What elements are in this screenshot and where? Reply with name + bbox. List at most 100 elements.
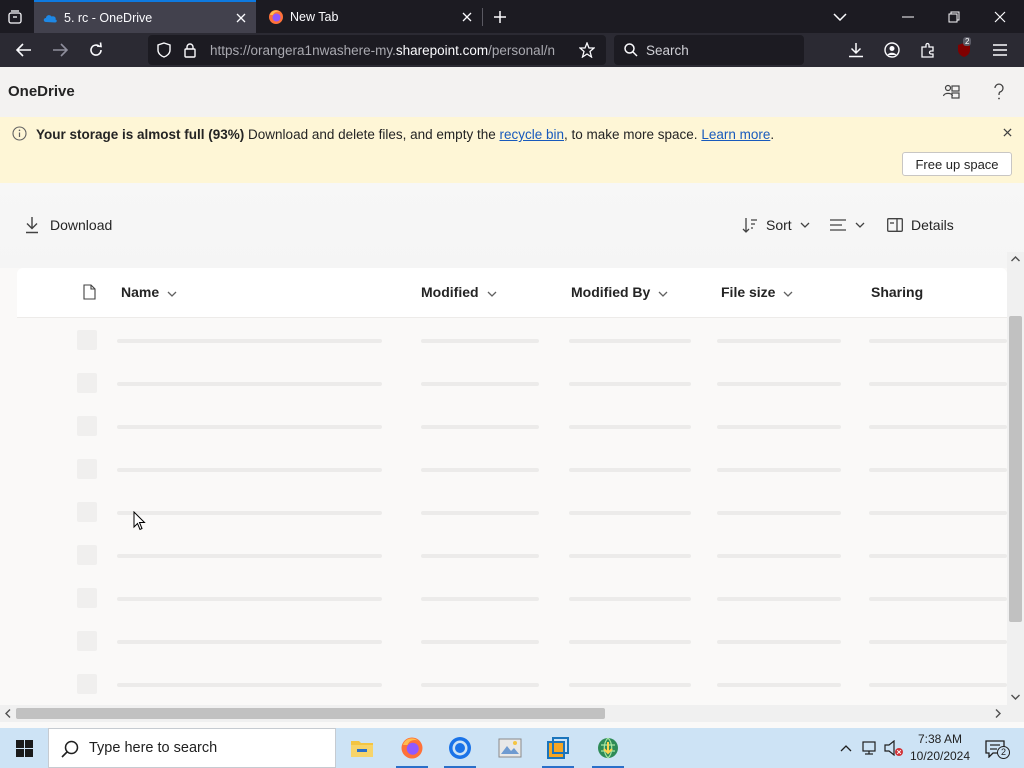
downloads-icon[interactable] — [844, 38, 868, 62]
tab-new-tab[interactable]: New Tab — [260, 0, 482, 33]
chevron-down-icon — [800, 222, 810, 228]
search-placeholder: Search — [646, 43, 689, 58]
hamburger-menu-icon[interactable] — [988, 38, 1012, 62]
shield-icon[interactable] — [156, 42, 172, 58]
tab-separator — [482, 8, 483, 26]
vertical-scrollbar[interactable] — [1007, 252, 1024, 708]
taskbar-firefox[interactable] — [388, 728, 436, 768]
firefox-icon — [400, 736, 424, 760]
bookmark-star-icon[interactable] — [578, 41, 596, 59]
placeholder-row — [17, 447, 1007, 490]
sort-icon — [742, 217, 758, 233]
network-icon[interactable] — [862, 739, 880, 757]
sort-button[interactable]: Sort — [742, 213, 810, 237]
extension-badge: 2 — [963, 37, 972, 46]
start-button[interactable] — [0, 728, 48, 768]
taskbar-search-placeholder: Type here to search — [89, 740, 218, 756]
close-window-icon[interactable] — [988, 5, 1012, 29]
file-list: Name Modified Modified By File size Shar… — [17, 268, 1007, 718]
placeholder-row — [17, 533, 1007, 576]
mouse-pointer-icon — [132, 511, 146, 531]
url-text[interactable]: https://orangera1nwashere-my.sharepoint.… — [210, 43, 570, 58]
column-name[interactable]: Name — [121, 284, 177, 300]
close-tab-icon[interactable] — [456, 6, 478, 28]
placeholder-row — [17, 619, 1007, 662]
help-question-icon[interactable] — [988, 81, 1010, 103]
details-button[interactable]: Details — [887, 213, 954, 237]
horizontal-scrollbar[interactable] — [0, 705, 1024, 722]
chromium-icon — [448, 736, 472, 760]
tab-title: New Tab — [290, 9, 339, 24]
reload-icon[interactable] — [84, 38, 108, 62]
taskbar-virtualbox[interactable] — [534, 728, 582, 768]
details-pane-icon — [887, 218, 903, 232]
column-modified[interactable]: Modified — [421, 284, 497, 300]
recycle-bin-link[interactable]: recycle bin — [499, 127, 564, 142]
scroll-down-arrow-icon[interactable] — [1010, 692, 1021, 702]
storage-warning-message: Your storage is almost full (93%) Downlo… — [36, 127, 775, 142]
tab-title: 5. rc - OneDrive — [64, 10, 153, 25]
scroll-right-arrow-icon[interactable] — [993, 708, 1003, 719]
ublock-extension-icon[interactable]: 2 — [952, 36, 976, 64]
firefox-icon — [268, 9, 284, 25]
volume-muted-icon[interactable] — [884, 739, 904, 757]
minimize-icon[interactable] — [896, 5, 920, 29]
taskbar-image-viewer[interactable] — [486, 728, 534, 768]
share-people-icon[interactable] — [940, 81, 962, 103]
browser-search-bar[interactable]: Search — [614, 35, 804, 65]
scroll-up-arrow-icon[interactable] — [1010, 254, 1021, 264]
column-header-row: Name Modified Modified By File size Shar… — [17, 268, 1007, 318]
download-icon — [24, 216, 40, 234]
show-hidden-icons-chevron-icon[interactable] — [838, 740, 854, 756]
chevron-down-icon — [167, 284, 177, 300]
search-icon — [61, 740, 79, 758]
browser-nav-bar: https://orangera1nwashere-my.sharepoint.… — [0, 33, 1024, 67]
column-sharing[interactable]: Sharing — [871, 284, 923, 300]
file-explorer-folder-icon — [350, 738, 374, 758]
tab-overview-icon[interactable] — [4, 6, 26, 28]
chevron-down-icon — [855, 222, 865, 228]
placeholder-row — [17, 318, 1007, 361]
vertical-scroll-thumb[interactable] — [1009, 316, 1022, 622]
action-center-notification-icon[interactable]: 2 — [980, 737, 1010, 761]
list-all-tabs-chevron-icon[interactable] — [828, 5, 852, 29]
info-icon — [11, 125, 27, 141]
notification-count: 2 — [997, 746, 1010, 759]
learn-more-link[interactable]: Learn more — [701, 127, 770, 142]
account-icon[interactable] — [880, 38, 904, 62]
column-modified-by[interactable]: Modified By — [571, 284, 668, 300]
close-tab-icon[interactable] — [230, 7, 252, 29]
taskbar-file-explorer[interactable] — [338, 728, 386, 768]
chevron-down-icon — [783, 284, 793, 300]
free-up-space-button[interactable]: Free up space — [902, 152, 1012, 176]
lock-icon[interactable] — [182, 42, 198, 58]
globe-download-icon — [596, 736, 620, 760]
url-bar[interactable]: https://orangera1nwashere-my.sharepoint.… — [148, 35, 606, 65]
taskbar-download-manager[interactable] — [584, 728, 632, 768]
extensions-puzzle-icon[interactable] — [916, 38, 940, 62]
horizontal-scroll-thumb[interactable] — [16, 708, 605, 719]
app-title[interactable]: OneDrive — [8, 83, 75, 100]
placeholder-row — [17, 490, 1007, 533]
download-label: Download — [50, 217, 113, 233]
restore-icon[interactable] — [942, 5, 966, 29]
back-arrow-icon[interactable] — [12, 38, 36, 62]
tab-onedrive[interactable]: 5. rc - OneDrive — [34, 0, 256, 33]
placeholder-row — [17, 576, 1007, 619]
new-tab-plus-icon[interactable] — [488, 5, 512, 29]
file-type-icon[interactable] — [81, 283, 97, 301]
virtualbox-icon — [546, 736, 570, 760]
placeholder-row — [17, 404, 1007, 447]
scroll-left-arrow-icon[interactable] — [3, 708, 13, 719]
taskbar-search-box[interactable]: Type here to search — [48, 728, 336, 768]
system-clock[interactable]: 7:38 AM 10/20/2024 — [906, 731, 974, 765]
dismiss-banner-icon[interactable] — [998, 123, 1016, 141]
taskbar-chromium[interactable] — [436, 728, 484, 768]
onedrive-cloud-icon — [42, 10, 58, 26]
column-file-size[interactable]: File size — [721, 284, 793, 300]
chevron-down-icon — [487, 284, 497, 300]
view-options-button[interactable] — [830, 213, 865, 237]
download-button[interactable]: Download — [24, 213, 112, 237]
onedrive-header: OneDrive — [0, 67, 1024, 117]
forward-arrow-icon — [48, 38, 72, 62]
